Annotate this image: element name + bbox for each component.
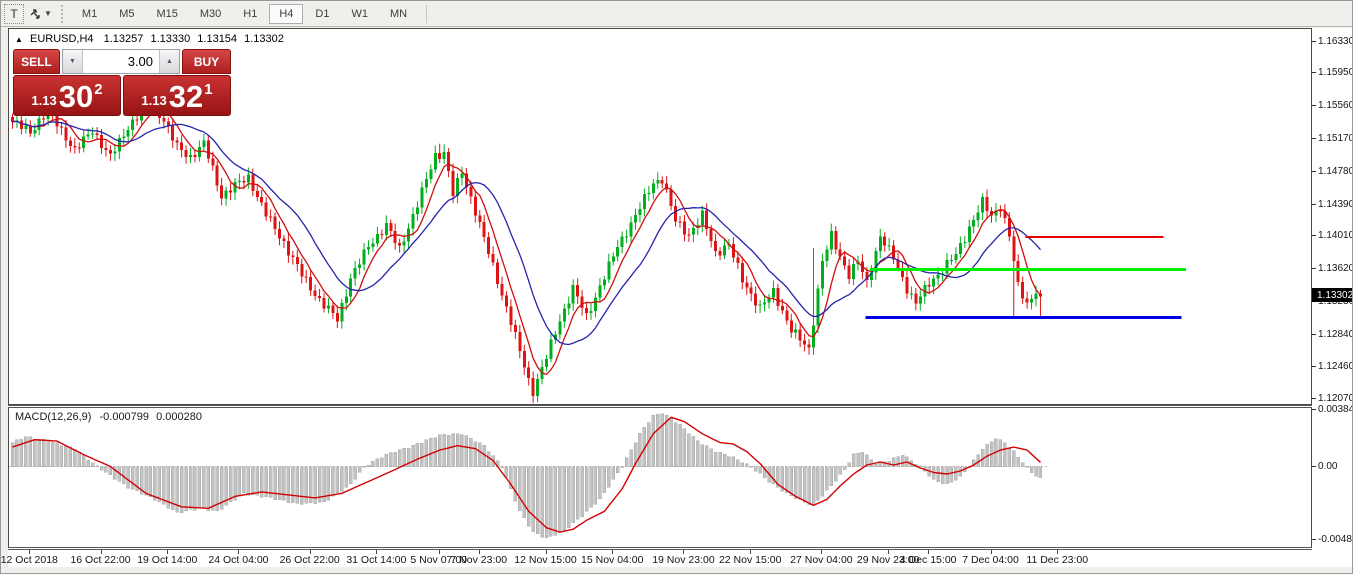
dropdown-caret-icon: ▼ bbox=[44, 9, 52, 18]
mt4-chart-window: T ▼ M1M5M15M30H1H4D1W1MN ▲ EURUSD,H4 1.1… bbox=[0, 0, 1353, 574]
chart-title: ▲ EURUSD,H4 1.13257 1.13330 1.13154 1.13… bbox=[15, 33, 284, 45]
time-axis-label: 27 Nov 04:00 bbox=[790, 554, 852, 566]
chart-symbol-period: EURUSD,H4 bbox=[30, 33, 94, 45]
time-axis-label: 7 Nov 23:00 bbox=[450, 554, 507, 566]
arrows-icon bbox=[28, 7, 42, 21]
toolbar: T ▼ M1M5M15M30H1H4D1W1MN bbox=[1, 1, 1352, 27]
sell-button-label: SELL bbox=[21, 55, 52, 69]
chart-collapse-icon: ▲ bbox=[15, 35, 23, 44]
ohlc-open: 1.13257 bbox=[104, 33, 144, 45]
macd-axis-label: -0.004856 bbox=[1312, 533, 1353, 545]
volume-spinner: ▼ 3.00 ▲ bbox=[62, 49, 180, 74]
price-axis-label: 1.14010 bbox=[1312, 230, 1353, 242]
price-chart-plot[interactable]: ▲ EURUSD,H4 1.13257 1.13330 1.13154 1.13… bbox=[8, 28, 1312, 405]
sell-button[interactable]: SELL bbox=[13, 49, 60, 74]
macd-value-main: -0.000799 bbox=[99, 411, 149, 423]
price-axis-label: 1.14390 bbox=[1312, 198, 1353, 210]
macd-value-signal: 0.000280 bbox=[156, 411, 202, 423]
ohlc-high: 1.13330 bbox=[150, 33, 190, 45]
sell-price-prefix: 1.13 bbox=[31, 93, 56, 108]
tab-timeframe-mn[interactable]: MN bbox=[380, 4, 417, 24]
sell-price-sup: 2 bbox=[94, 81, 102, 98]
toolbar-grip[interactable] bbox=[61, 5, 67, 23]
text-tool-button[interactable]: T bbox=[4, 4, 24, 24]
toolbar-separator bbox=[426, 5, 427, 23]
ohlc-close: 1.13302 bbox=[244, 33, 284, 45]
time-axis-label: 15 Nov 04:00 bbox=[581, 554, 643, 566]
one-click-trading-widget: SELL ▼ 3.00 ▲ BUY 1.13 3 bbox=[13, 49, 231, 116]
text-tool-icon: T bbox=[10, 7, 17, 21]
buy-button[interactable]: BUY bbox=[182, 49, 231, 74]
tab-timeframe-m15[interactable]: M15 bbox=[146, 4, 187, 24]
buy-price-prefix: 1.13 bbox=[141, 93, 166, 108]
time-axis-label: 4 Dec 15:00 bbox=[900, 554, 957, 566]
price-axis-label: 1.15560 bbox=[1312, 100, 1353, 112]
tab-timeframe-m1[interactable]: M1 bbox=[72, 4, 107, 24]
price-axis-label: 1.12460 bbox=[1312, 360, 1353, 372]
price-axis-label: 1.12840 bbox=[1312, 328, 1353, 340]
macd-axis-label: 0.003847 bbox=[1312, 403, 1353, 415]
macd-axis-label: 0.00 bbox=[1312, 461, 1353, 473]
time-axis-label: 11 Dec 23:00 bbox=[1026, 554, 1088, 566]
price-axis-label: 1.15950 bbox=[1312, 67, 1353, 79]
timeframe-group: M1M5M15M30H1H4D1W1MN bbox=[71, 4, 418, 24]
buy-price-panel[interactable]: 1.13 32 1 bbox=[123, 75, 231, 116]
macd-name: MACD(12,26,9) bbox=[15, 411, 91, 423]
tab-timeframe-h1[interactable]: H1 bbox=[233, 4, 267, 24]
price-axis[interactable]: 1.13302 1.16330 1.15950 1.15560 1.15170 1.14… bbox=[1312, 28, 1353, 567]
tab-timeframe-w1[interactable]: W1 bbox=[341, 4, 378, 24]
time-axis-label: 16 Oct 22:00 bbox=[70, 554, 130, 566]
time-axis[interactable]: 12 Oct 201816 Oct 22:0019 Oct 14:0024 Oc… bbox=[8, 550, 1312, 567]
macd-canvas[interactable] bbox=[9, 408, 1311, 547]
time-axis-label: 24 Oct 04:00 bbox=[208, 554, 268, 566]
buy-button-label: BUY bbox=[194, 55, 219, 69]
tab-timeframe-h4[interactable]: H4 bbox=[269, 4, 303, 24]
volume-increase-button[interactable]: ▲ bbox=[159, 50, 179, 73]
time-axis-label: 31 Oct 14:00 bbox=[346, 554, 406, 566]
sell-price-big: 30 bbox=[59, 78, 93, 115]
caret-down-icon: ▼ bbox=[69, 58, 76, 65]
macd-label: MACD(12,26,9) -0.000799 0.000280 bbox=[15, 411, 202, 423]
time-axis-label: 19 Oct 14:00 bbox=[137, 554, 197, 566]
time-axis-label: 19 Nov 23:00 bbox=[652, 554, 714, 566]
buy-price-big: 32 bbox=[169, 78, 203, 115]
time-axis-label: 12 Oct 2018 bbox=[1, 554, 58, 566]
window-bottom-border bbox=[1, 567, 1352, 574]
price-axis-label: 1.14780 bbox=[1312, 165, 1353, 177]
ohlc-low: 1.13154 bbox=[197, 33, 237, 45]
volume-decrease-button[interactable]: ▼ bbox=[63, 50, 83, 73]
price-axis-label: 1.16330 bbox=[1312, 35, 1353, 47]
buy-price-sup: 1 bbox=[204, 81, 212, 98]
sell-price-panel[interactable]: 1.13 30 2 bbox=[13, 75, 121, 116]
tab-timeframe-m30[interactable]: M30 bbox=[190, 4, 231, 24]
current-price-tag: 1.13302 bbox=[1312, 288, 1353, 302]
macd-indicator-plot[interactable]: MACD(12,26,9) -0.000799 0.000280 bbox=[8, 408, 1312, 547]
arrows-tool-button[interactable]: ▼ bbox=[27, 4, 53, 24]
time-axis-label: 7 Dec 04:00 bbox=[962, 554, 1019, 566]
volume-input[interactable]: 3.00 bbox=[83, 50, 159, 73]
time-axis-label: 22 Nov 15:00 bbox=[719, 554, 781, 566]
price-axis-label: 1.15170 bbox=[1312, 132, 1353, 144]
price-axis-label: 1.13620 bbox=[1312, 263, 1353, 275]
tab-timeframe-d1[interactable]: D1 bbox=[305, 4, 339, 24]
time-axis-label: 26 Oct 22:00 bbox=[280, 554, 340, 566]
tab-timeframe-m5[interactable]: M5 bbox=[109, 4, 144, 24]
time-axis-label: 12 Nov 15:00 bbox=[514, 554, 576, 566]
caret-up-icon: ▲ bbox=[166, 58, 173, 65]
